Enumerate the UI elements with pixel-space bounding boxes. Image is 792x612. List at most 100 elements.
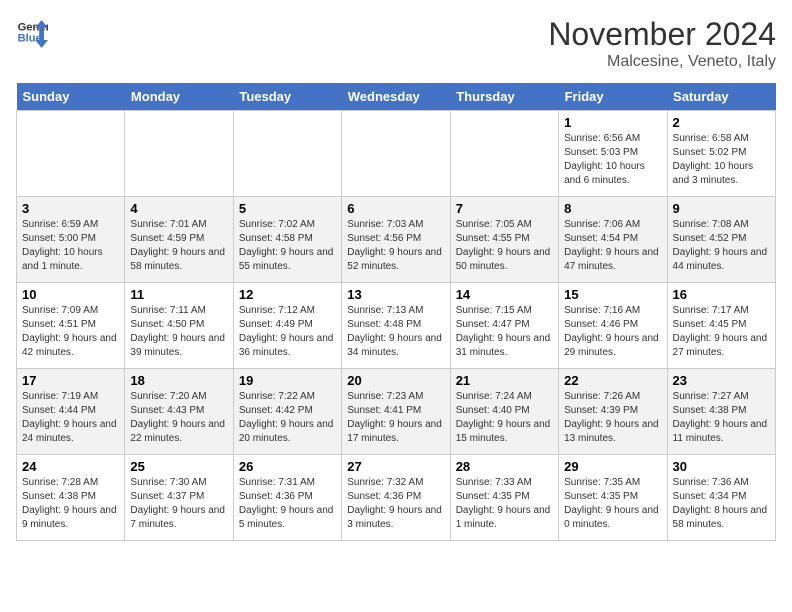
- calendar-cell: 21 Sunrise: 7:24 AM Sunset: 4:40 PM Dayli…: [450, 369, 558, 455]
- day-number: 17: [22, 373, 119, 388]
- calendar-cell: 8 Sunrise: 7:06 AM Sunset: 4:54 PM Daylig…: [559, 197, 667, 283]
- calendar-cell: [233, 111, 341, 197]
- day-info: Sunrise: 7:19 AM Sunset: 4:44 PM Dayligh…: [22, 390, 119, 446]
- day-info: Sunrise: 7:33 AM Sunset: 4:35 PM Dayligh…: [456, 476, 553, 532]
- day-info: Sunrise: 7:22 AM Sunset: 4:42 PM Dayligh…: [239, 390, 336, 446]
- day-number: 21: [456, 373, 553, 388]
- calendar-cell: 30Sunrise: 7:36 AM Sunset: 4:34 PM Dayli…: [667, 455, 775, 541]
- day-info: Sunrise: 7:36 AM Sunset: 4:34 PM Dayligh…: [673, 476, 770, 532]
- weekday-header: Tuesday: [233, 83, 341, 111]
- day-number: 9: [673, 201, 770, 216]
- calendar-cell: 15Sunrise: 7:16 AM Sunset: 4:46 PM Dayli…: [559, 283, 667, 369]
- calendar-cell: 24 Sunrise: 7:28 AM Sunset: 4:38 PM Dayli…: [17, 455, 125, 541]
- day-info: Sunrise: 7:03 AM Sunset: 4:56 PM Dayligh…: [347, 218, 444, 274]
- weekday-header: Thursday: [450, 83, 558, 111]
- calendar-cell: 11 Sunrise: 7:11 AM Sunset: 4:50 PM Dayli…: [125, 283, 233, 369]
- calendar-cell: 23Sunrise: 7:27 AM Sunset: 4:38 PM Dayli…: [667, 369, 775, 455]
- day-info: Sunrise: 7:23 AM Sunset: 4:41 PM Dayligh…: [347, 390, 444, 446]
- calendar-cell: 1 Sunrise: 6:56 AM Sunset: 5:03 PM Daylig…: [559, 111, 667, 197]
- calendar-cell: 27Sunrise: 7:32 AM Sunset: 4:36 PM Dayli…: [342, 455, 450, 541]
- calendar-cell: 17 Sunrise: 7:19 AM Sunset: 4:44 PM Dayli…: [17, 369, 125, 455]
- day-number: 26: [239, 459, 336, 474]
- day-number: 16: [673, 287, 770, 302]
- day-number: 24: [22, 459, 119, 474]
- calendar-cell: 16Sunrise: 7:17 AM Sunset: 4:45 PM Dayli…: [667, 283, 775, 369]
- day-info: Sunrise: 7:20 AM Sunset: 4:43 PM Dayligh…: [130, 390, 227, 446]
- day-number: 13: [347, 287, 444, 302]
- day-info: Sunrise: 7:28 AM Sunset: 4:38 PM Dayligh…: [22, 476, 119, 532]
- day-info: Sunrise: 6:59 AM Sunset: 5:00 PM Dayligh…: [22, 218, 119, 274]
- day-info: Sunrise: 7:02 AM Sunset: 4:58 PM Dayligh…: [239, 218, 336, 274]
- day-info: Sunrise: 7:09 AM Sunset: 4:51 PM Dayligh…: [22, 304, 119, 360]
- calendar-cell: [342, 111, 450, 197]
- weekday-header: Saturday: [667, 83, 775, 111]
- calendar-cell: 5 Sunrise: 7:02 AM Sunset: 4:58 PM Daylig…: [233, 197, 341, 283]
- day-info: Sunrise: 7:12 AM Sunset: 4:49 PM Dayligh…: [239, 304, 336, 360]
- day-info: Sunrise: 7:06 AM Sunset: 4:54 PM Dayligh…: [564, 218, 661, 274]
- day-number: 11: [130, 287, 227, 302]
- day-info: Sunrise: 7:13 AM Sunset: 4:48 PM Dayligh…: [347, 304, 444, 360]
- day-number: 23: [673, 373, 770, 388]
- calendar-cell: 26 Sunrise: 7:31 AM Sunset: 4:36 PM Dayli…: [233, 455, 341, 541]
- weekday-header: Monday: [125, 83, 233, 111]
- day-number: 25: [130, 459, 227, 474]
- day-info: Sunrise: 7:08 AM Sunset: 4:52 PM Dayligh…: [673, 218, 770, 274]
- day-number: 29: [564, 459, 661, 474]
- calendar-cell: [450, 111, 558, 197]
- day-number: 4: [130, 201, 227, 216]
- day-number: 12: [239, 287, 336, 302]
- day-info: Sunrise: 7:05 AM Sunset: 4:55 PM Dayligh…: [456, 218, 553, 274]
- calendar-cell: [125, 111, 233, 197]
- day-number: 14: [456, 287, 553, 302]
- calendar-cell: 4Sunrise: 7:01 AM Sunset: 4:59 PM Daylig…: [125, 197, 233, 283]
- day-info: Sunrise: 7:16 AM Sunset: 4:46 PM Dayligh…: [564, 304, 661, 360]
- calendar-cell: 3 Sunrise: 6:59 AM Sunset: 5:00 PM Daylig…: [17, 197, 125, 283]
- weekday-header: Sunday: [17, 83, 125, 111]
- calendar-cell: 13 Sunrise: 7:13 AM Sunset: 4:48 PM Dayli…: [342, 283, 450, 369]
- calendar-cell: 25 Sunrise: 7:30 AM Sunset: 4:37 PM Dayli…: [125, 455, 233, 541]
- logo-icon: General Blue: [16, 16, 48, 48]
- calendar-cell: 20 Sunrise: 7:23 AM Sunset: 4:41 PM Dayli…: [342, 369, 450, 455]
- day-info: Sunrise: 6:58 AM Sunset: 5:02 PM Dayligh…: [673, 132, 770, 188]
- day-number: 28: [456, 459, 553, 474]
- day-number: 6: [347, 201, 444, 216]
- day-number: 10: [22, 287, 119, 302]
- day-number: 1: [564, 115, 661, 130]
- calendar-cell: 7Sunrise: 7:05 AM Sunset: 4:55 PM Daylig…: [450, 197, 558, 283]
- day-number: 22: [564, 373, 661, 388]
- weekday-header-row: SundayMondayTuesdayWednesdayThursdayFrid…: [17, 83, 776, 111]
- calendar-cell: [17, 111, 125, 197]
- day-info: Sunrise: 7:30 AM Sunset: 4:37 PM Dayligh…: [130, 476, 227, 532]
- day-info: Sunrise: 7:26 AM Sunset: 4:39 PM Dayligh…: [564, 390, 661, 446]
- calendar-week-row: 1 Sunrise: 6:56 AM Sunset: 5:03 PM Daylig…: [17, 111, 776, 197]
- calendar-cell: 18 Sunrise: 7:20 AM Sunset: 4:43 PM Dayli…: [125, 369, 233, 455]
- calendar-cell: 22 Sunrise: 7:26 AM Sunset: 4:39 PM Dayli…: [559, 369, 667, 455]
- calendar-cell: 28 Sunrise: 7:33 AM Sunset: 4:35 PM Dayli…: [450, 455, 558, 541]
- calendar-table: SundayMondayTuesdayWednesdayThursdayFrid…: [16, 83, 776, 541]
- day-info: Sunrise: 7:32 AM Sunset: 4:36 PM Dayligh…: [347, 476, 444, 532]
- day-number: 8: [564, 201, 661, 216]
- day-number: 20: [347, 373, 444, 388]
- day-info: Sunrise: 7:35 AM Sunset: 4:35 PM Dayligh…: [564, 476, 661, 532]
- month-title: November 2024: [548, 16, 776, 53]
- calendar-cell: 6 Sunrise: 7:03 AM Sunset: 4:56 PM Daylig…: [342, 197, 450, 283]
- day-info: Sunrise: 7:31 AM Sunset: 4:36 PM Dayligh…: [239, 476, 336, 532]
- calendar-cell: 10 Sunrise: 7:09 AM Sunset: 4:51 PM Dayli…: [17, 283, 125, 369]
- day-info: Sunrise: 7:24 AM Sunset: 4:40 PM Dayligh…: [456, 390, 553, 446]
- calendar-cell: 12 Sunrise: 7:12 AM Sunset: 4:49 PM Dayli…: [233, 283, 341, 369]
- day-info: Sunrise: 6:56 AM Sunset: 5:03 PM Dayligh…: [564, 132, 661, 188]
- day-number: 19: [239, 373, 336, 388]
- day-number: 5: [239, 201, 336, 216]
- day-number: 2: [673, 115, 770, 130]
- day-info: Sunrise: 7:15 AM Sunset: 4:47 PM Dayligh…: [456, 304, 553, 360]
- day-number: 18: [130, 373, 227, 388]
- calendar-week-row: 10 Sunrise: 7:09 AM Sunset: 4:51 PM Dayli…: [17, 283, 776, 369]
- calendar-cell: 9 Sunrise: 7:08 AM Sunset: 4:52 PM Daylig…: [667, 197, 775, 283]
- day-number: 3: [22, 201, 119, 216]
- calendar-cell: 14 Sunrise: 7:15 AM Sunset: 4:47 PM Dayli…: [450, 283, 558, 369]
- calendar-cell: 29 Sunrise: 7:35 AM Sunset: 4:35 PM Dayli…: [559, 455, 667, 541]
- page-header: General Blue November 2024 Malcesine, Ve…: [16, 16, 776, 71]
- logo: General Blue: [16, 16, 48, 48]
- day-info: Sunrise: 7:11 AM Sunset: 4:50 PM Dayligh…: [130, 304, 227, 360]
- calendar-cell: 19 Sunrise: 7:22 AM Sunset: 4:42 PM Dayli…: [233, 369, 341, 455]
